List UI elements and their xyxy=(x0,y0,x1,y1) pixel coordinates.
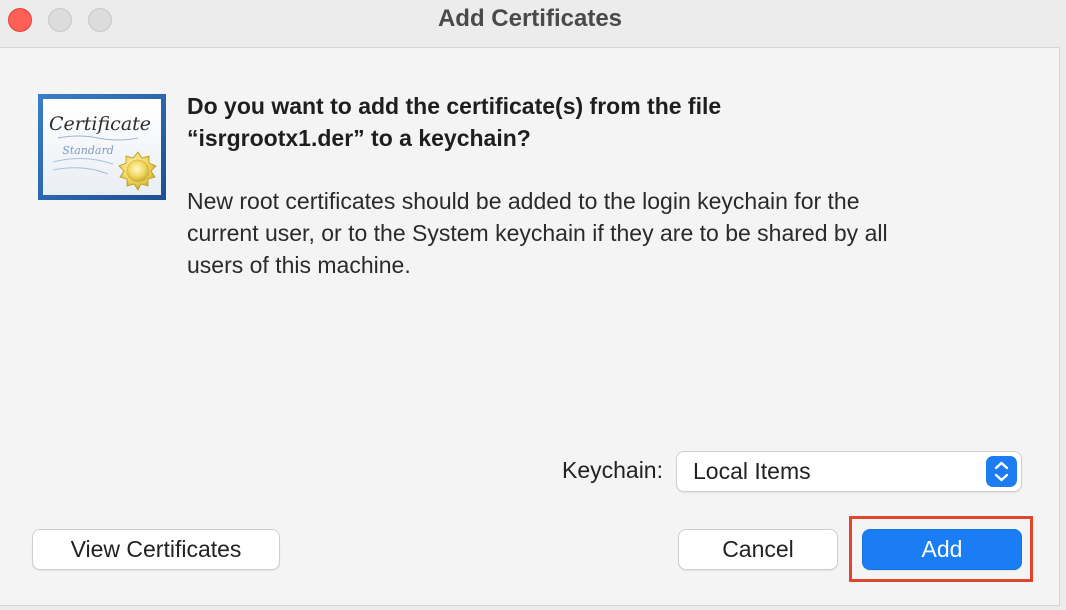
dialog-heading: Do you want to add the certificate(s) fr… xyxy=(187,90,1027,154)
dialog-heading-line: “isrgrootx1.der” to a keychain? xyxy=(187,125,531,151)
dialog-message-line: current user, or to the System keychain … xyxy=(187,220,888,246)
cancel-button[interactable]: Cancel xyxy=(678,529,838,570)
dialog-message-line: users of this machine. xyxy=(187,252,411,278)
keychain-label: Keychain: xyxy=(561,457,663,483)
certificate-icon-subtitle: Standard xyxy=(62,144,114,157)
up-down-chevron-icon xyxy=(986,456,1017,487)
add-button-highlight-frame xyxy=(849,516,1033,582)
add-certificates-dialog: Add Certificates Certificate Standard Do… xyxy=(0,0,1060,606)
window-title: Add Certificates xyxy=(437,5,623,32)
certificate-icon-title: Certificate xyxy=(49,113,151,135)
keychain-select-value: Local Items xyxy=(693,458,811,484)
dialog-message-line: New root certificates should be added to… xyxy=(187,188,860,214)
keychain-select[interactable]: Local Items xyxy=(676,451,1022,492)
certificate-icon: Certificate Standard xyxy=(38,94,166,200)
title-bar: Add Certificates xyxy=(0,0,1060,48)
view-certificates-button[interactable]: View Certificates xyxy=(32,529,280,570)
dialog-message: New root certificates should be added to… xyxy=(187,185,1037,281)
dialog-heading-line: Do you want to add the certificate(s) fr… xyxy=(187,93,722,119)
